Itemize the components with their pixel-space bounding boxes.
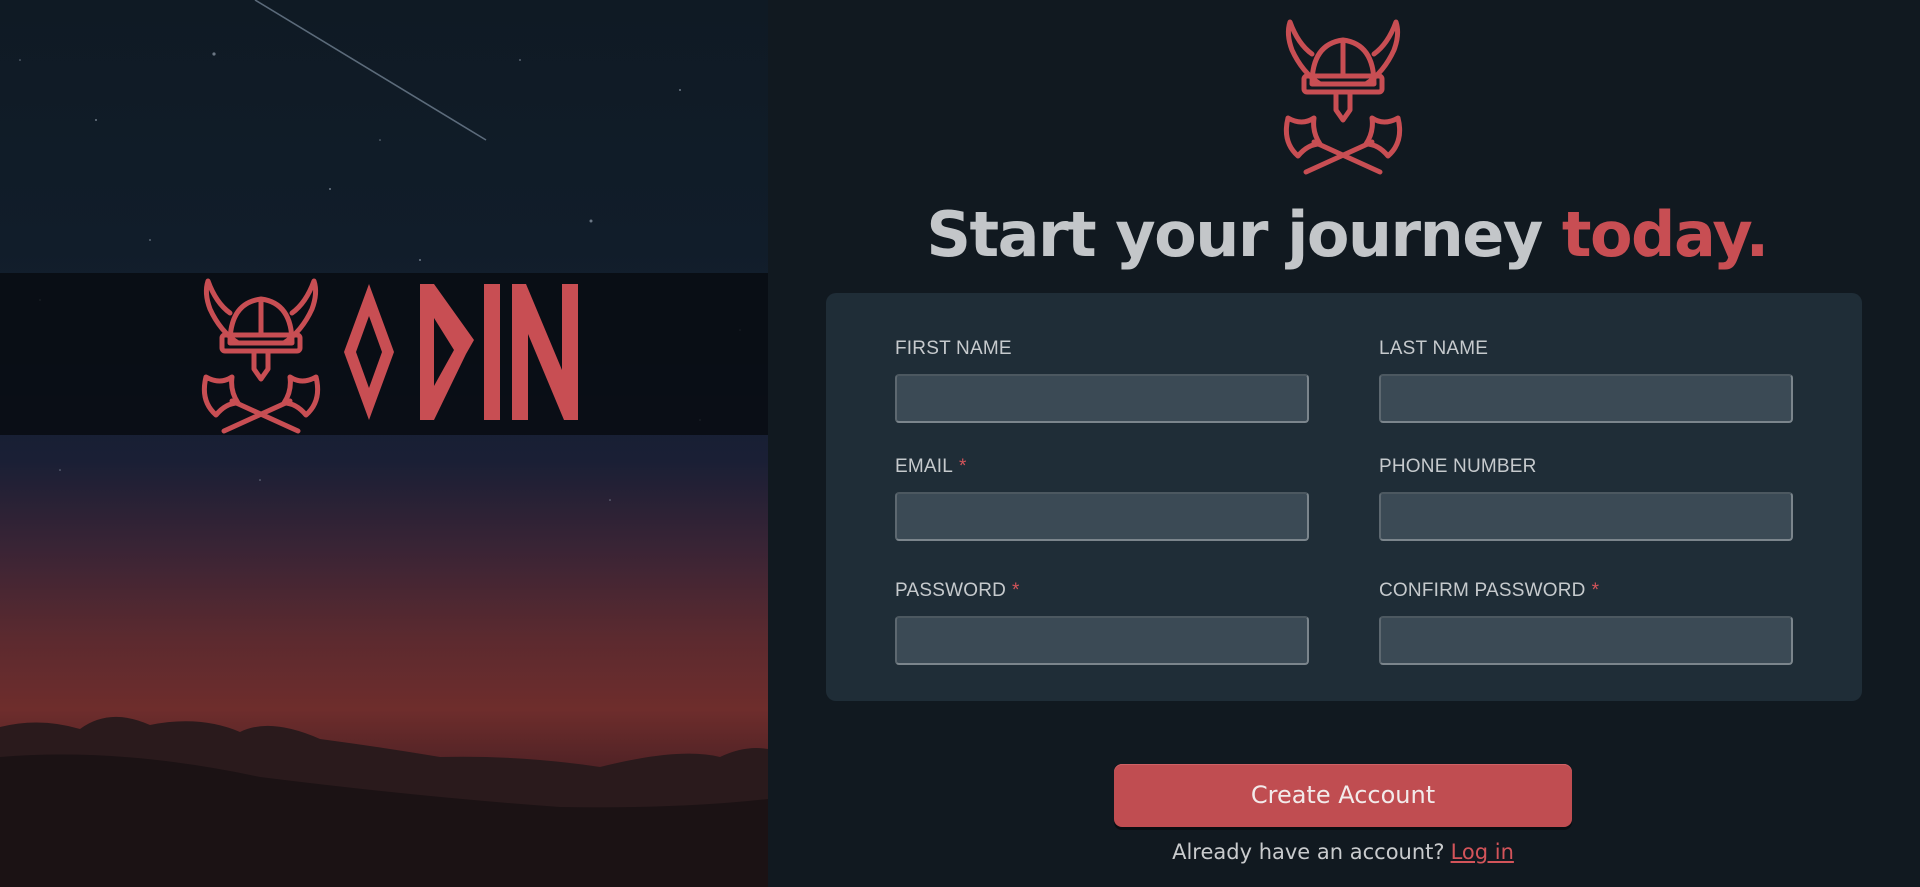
login-prompt: Already have an account? Log in — [1000, 840, 1686, 864]
hills-silhouette — [0, 716, 768, 887]
confirm-password-input[interactable] — [1379, 616, 1793, 665]
create-account-button[interactable]: Create Account — [1114, 764, 1572, 827]
required-marker: * — [1012, 580, 1020, 601]
password-label-text: PASSWORD — [895, 580, 1007, 601]
first-name-label: FIRST NAME — [895, 338, 1309, 364]
phone-number-label-text: PHONE NUMBER — [1379, 456, 1537, 477]
last-name-label-text: LAST NAME — [1379, 338, 1489, 359]
page-title-text: Start your journey — [926, 198, 1543, 271]
phone-number-label: PHONE NUMBER — [1379, 456, 1793, 482]
required-marker: * — [959, 456, 967, 477]
confirm-password-field: CONFIRM PASSWORD * — [1379, 580, 1793, 665]
email-field: EMAIL * — [895, 456, 1309, 541]
password-field: PASSWORD * — [895, 580, 1309, 665]
required-marker: * — [1591, 580, 1600, 601]
signup-page: Start your journey today. FIRST NAME LAS… — [0, 0, 1920, 887]
login-link[interactable]: Log in — [1451, 840, 1514, 864]
last-name-field: LAST NAME — [1379, 338, 1793, 423]
viking-helmet-crossed-axes-icon — [1283, 19, 1403, 175]
first-name-label-text: FIRST NAME — [895, 338, 1012, 359]
viking-helmet-crossed-axes-icon — [201, 278, 321, 434]
phone-number-input[interactable] — [1379, 492, 1793, 541]
login-prompt-text: Already have an account? — [1172, 840, 1445, 864]
phone-number-field: PHONE NUMBER — [1379, 456, 1793, 541]
brand-wordmark — [344, 284, 578, 420]
first-name-input[interactable] — [895, 374, 1309, 423]
first-name-field: FIRST NAME — [895, 338, 1309, 423]
confirm-password-label: CONFIRM PASSWORD * — [1379, 580, 1793, 606]
email-label-text: EMAIL — [895, 456, 954, 477]
email-label: EMAIL * — [895, 456, 1309, 482]
confirm-password-label-text: CONFIRM PASSWORD — [1379, 580, 1586, 601]
email-input[interactable] — [895, 492, 1309, 541]
page-title: Start your journey today. — [826, 198, 1868, 271]
last-name-input[interactable] — [1379, 374, 1793, 423]
password-label: PASSWORD * — [895, 580, 1309, 606]
page-title-accent: today. — [1561, 198, 1769, 271]
hero-image — [0, 0, 768, 887]
password-input[interactable] — [895, 616, 1309, 665]
last-name-label: LAST NAME — [1379, 338, 1793, 364]
